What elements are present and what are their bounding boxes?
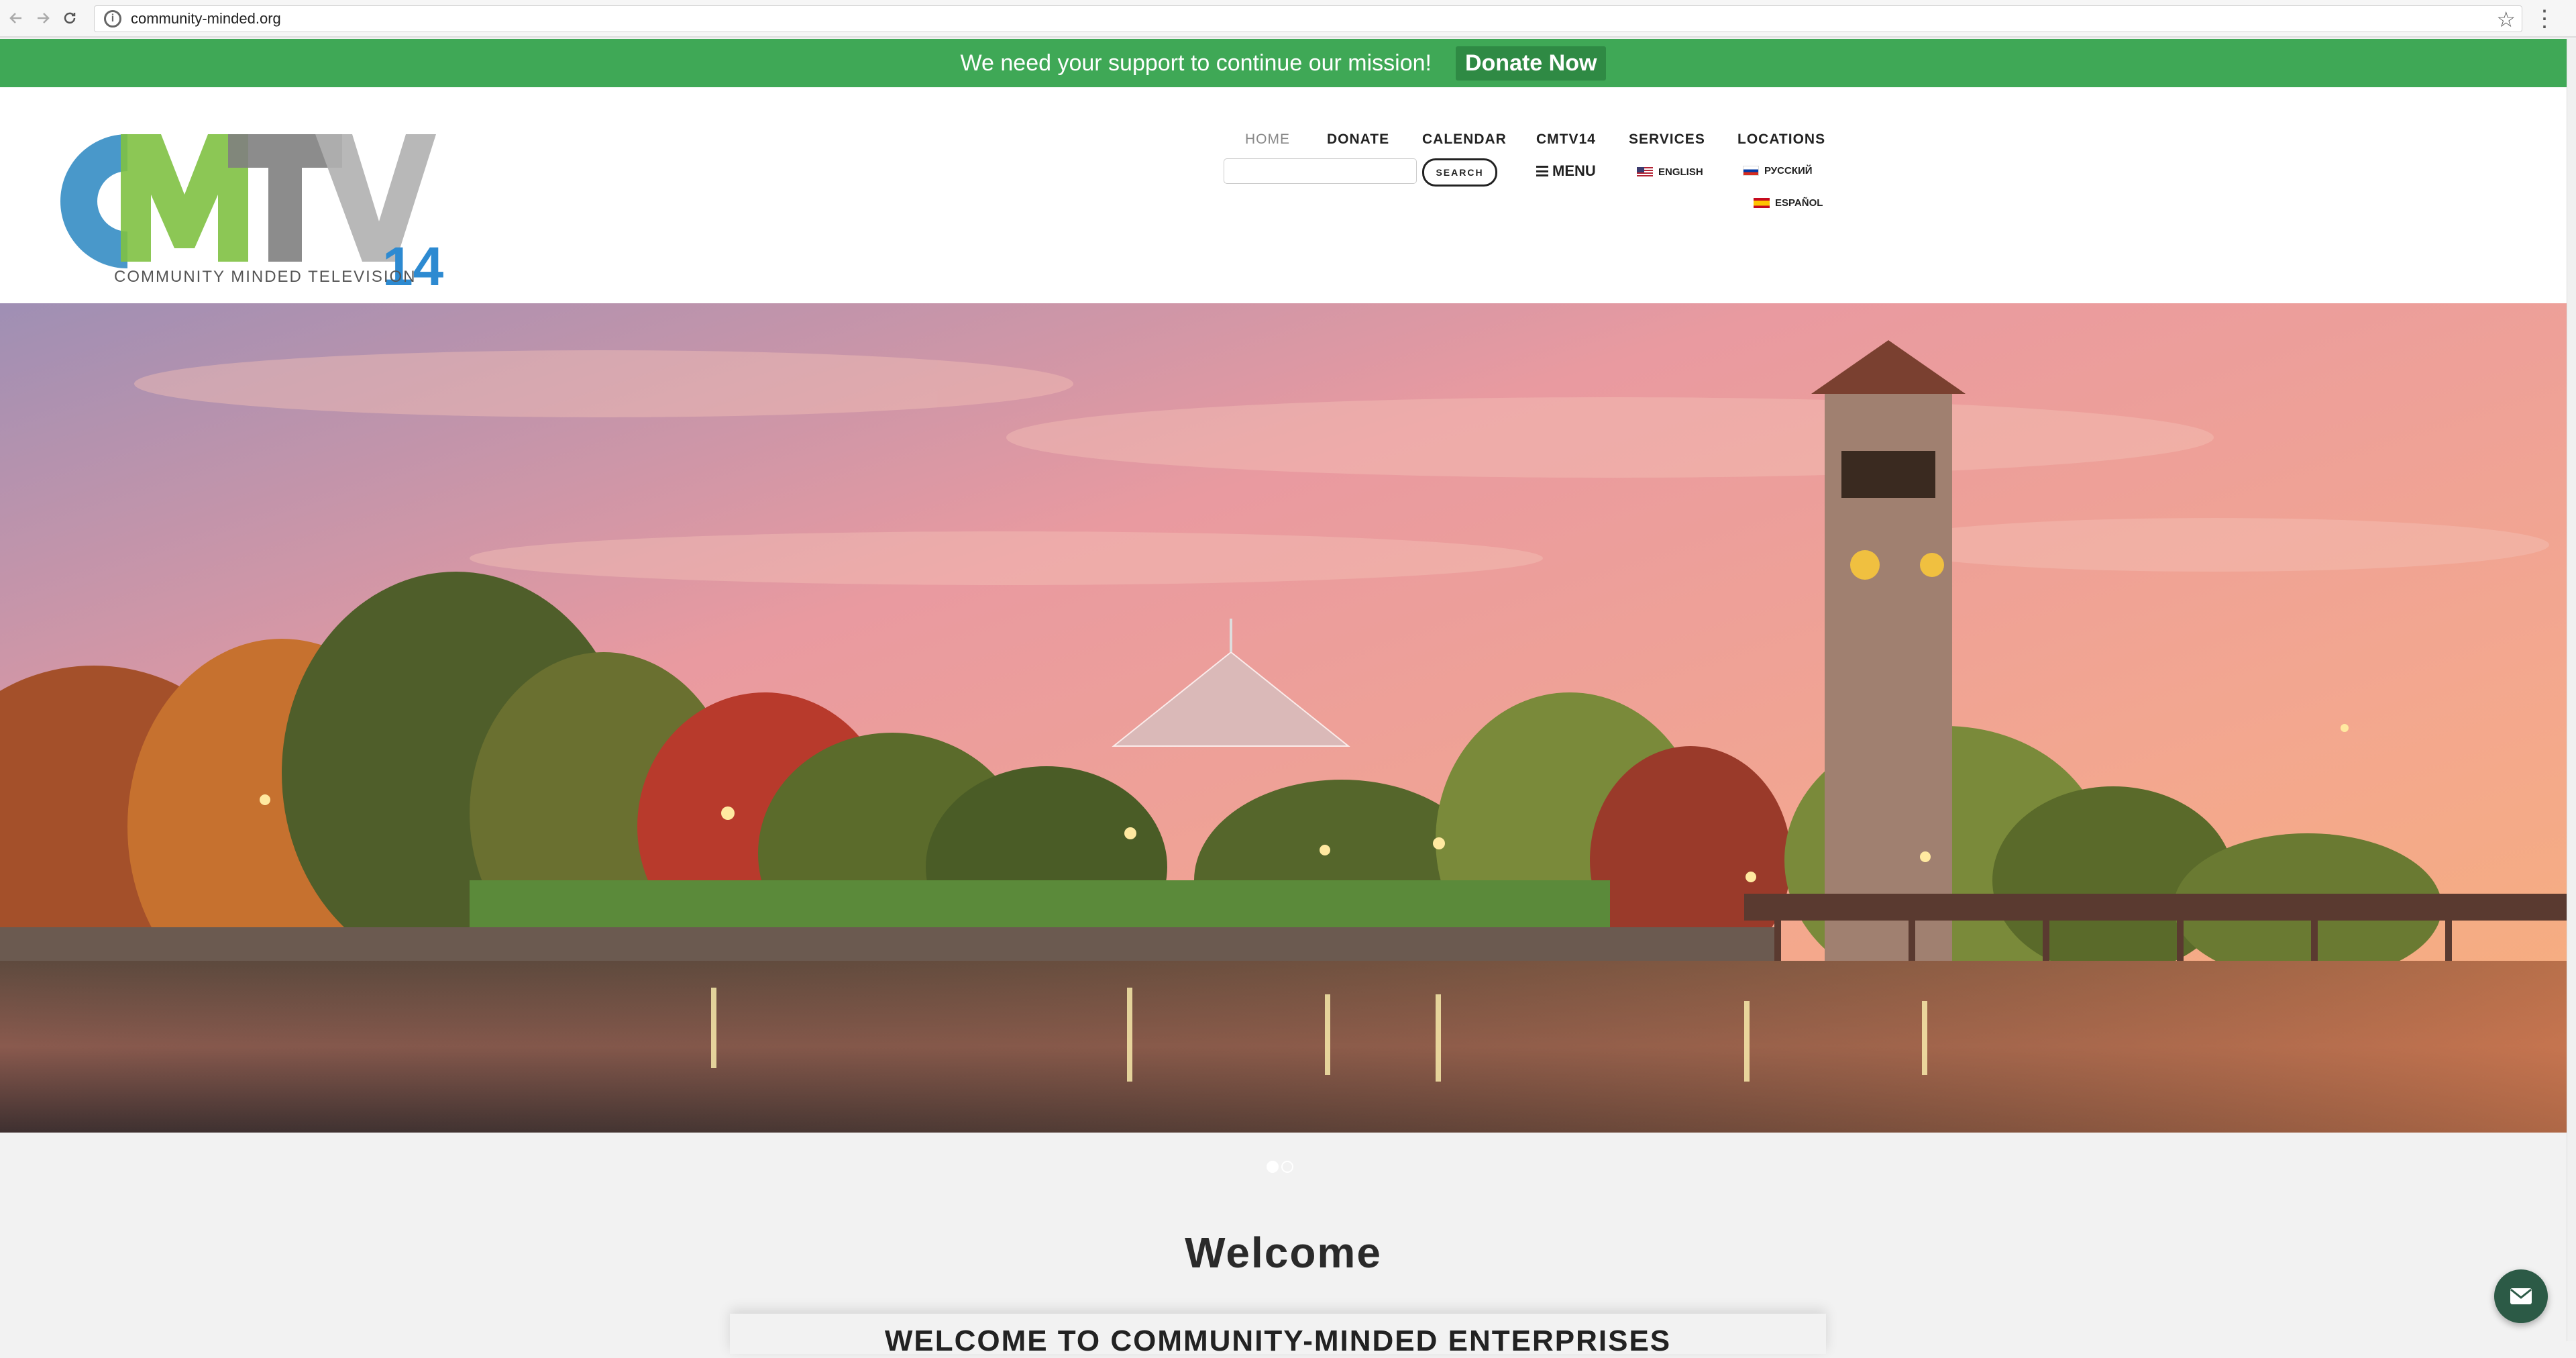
hamburger-icon [1536, 166, 1548, 176]
lang-english[interactable]: ENGLISH [1637, 166, 1703, 178]
es-flag-icon [1754, 198, 1770, 208]
info-icon[interactable]: i [104, 10, 121, 28]
star-icon[interactable]: ☆ [2496, 7, 2516, 32]
banner-text: We need your support to continue our mis… [960, 50, 1432, 76]
search-input[interactable] [1224, 158, 1417, 184]
welcome-card: WELCOME TO COMMUNITY-MINDED ENTERPRISES [730, 1314, 1826, 1357]
reload-button[interactable] [56, 5, 83, 32]
lang-spanish[interactable]: ESPAÑOL [1754, 197, 1823, 209]
reload-icon [64, 12, 76, 24]
nav-donate[interactable]: DONATE [1327, 132, 1389, 148]
slider-dot[interactable] [1281, 1161, 1293, 1173]
envelope-icon [2510, 1288, 2532, 1304]
contact-button[interactable] [2494, 1269, 2548, 1323]
back-button[interactable] [3, 5, 30, 32]
site-header: 14 COMMUNITY MINDED TELEVISION HOME DONA… [0, 87, 2567, 303]
search-button[interactable]: SEARCH [1422, 158, 1497, 187]
welcome-heading: Welcome [1185, 1229, 1382, 1277]
arrow-left-icon [9, 13, 21, 23]
ru-flag-icon [1743, 166, 1759, 176]
nav-services[interactable]: SERVICES [1629, 132, 1705, 148]
lang-russian[interactable]: РУССКИЙ [1743, 165, 1813, 176]
forward-button[interactable] [30, 5, 56, 32]
lang-english-label: ENGLISH [1658, 166, 1703, 178]
arrow-right-icon [38, 13, 50, 23]
menu-toggle[interactable]: MENU [1536, 162, 1596, 180]
us-flag-icon [1637, 167, 1653, 177]
hero-slide-image[interactable] [0, 303, 2576, 1133]
kebab-icon[interactable]: ⋮ [2533, 5, 2556, 32]
menu-label: MENU [1552, 162, 1596, 179]
donate-banner: We need your support to continue our mis… [0, 39, 2567, 87]
slider-dot[interactable] [1267, 1161, 1279, 1173]
url-text: community-minded.org [131, 10, 281, 27]
slider-pagination [1267, 1161, 1293, 1173]
lang-russian-label: РУССКИЙ [1764, 165, 1813, 176]
page-scrollbar[interactable] [2567, 39, 2576, 1341]
nav-home[interactable]: HOME [1245, 132, 1290, 148]
welcome-card-title: WELCOME TO COMMUNITY-MINDED ENTERPRISES [884, 1324, 1672, 1357]
nav-cmtv14[interactable]: CMTV14 [1536, 132, 1596, 148]
nav-calendar[interactable]: CALENDAR [1422, 132, 1507, 148]
nav-locations[interactable]: LOCATIONS [1737, 132, 1825, 148]
riverfront-park-photo [0, 303, 2576, 1133]
lang-spanish-label: ESPAÑOL [1775, 197, 1823, 209]
logo-tagline: COMMUNITY MINDED TELEVISION [114, 268, 417, 286]
cmtv14-logo[interactable]: 14 COMMUNITY MINDED TELEVISION [27, 114, 456, 289]
address-bar[interactable]: i community-minded.org [94, 5, 2522, 32]
browser-toolbar: i community-minded.org ☆ ⋮ [0, 0, 2576, 38]
donate-now-button[interactable]: Donate Now [1455, 46, 1607, 81]
